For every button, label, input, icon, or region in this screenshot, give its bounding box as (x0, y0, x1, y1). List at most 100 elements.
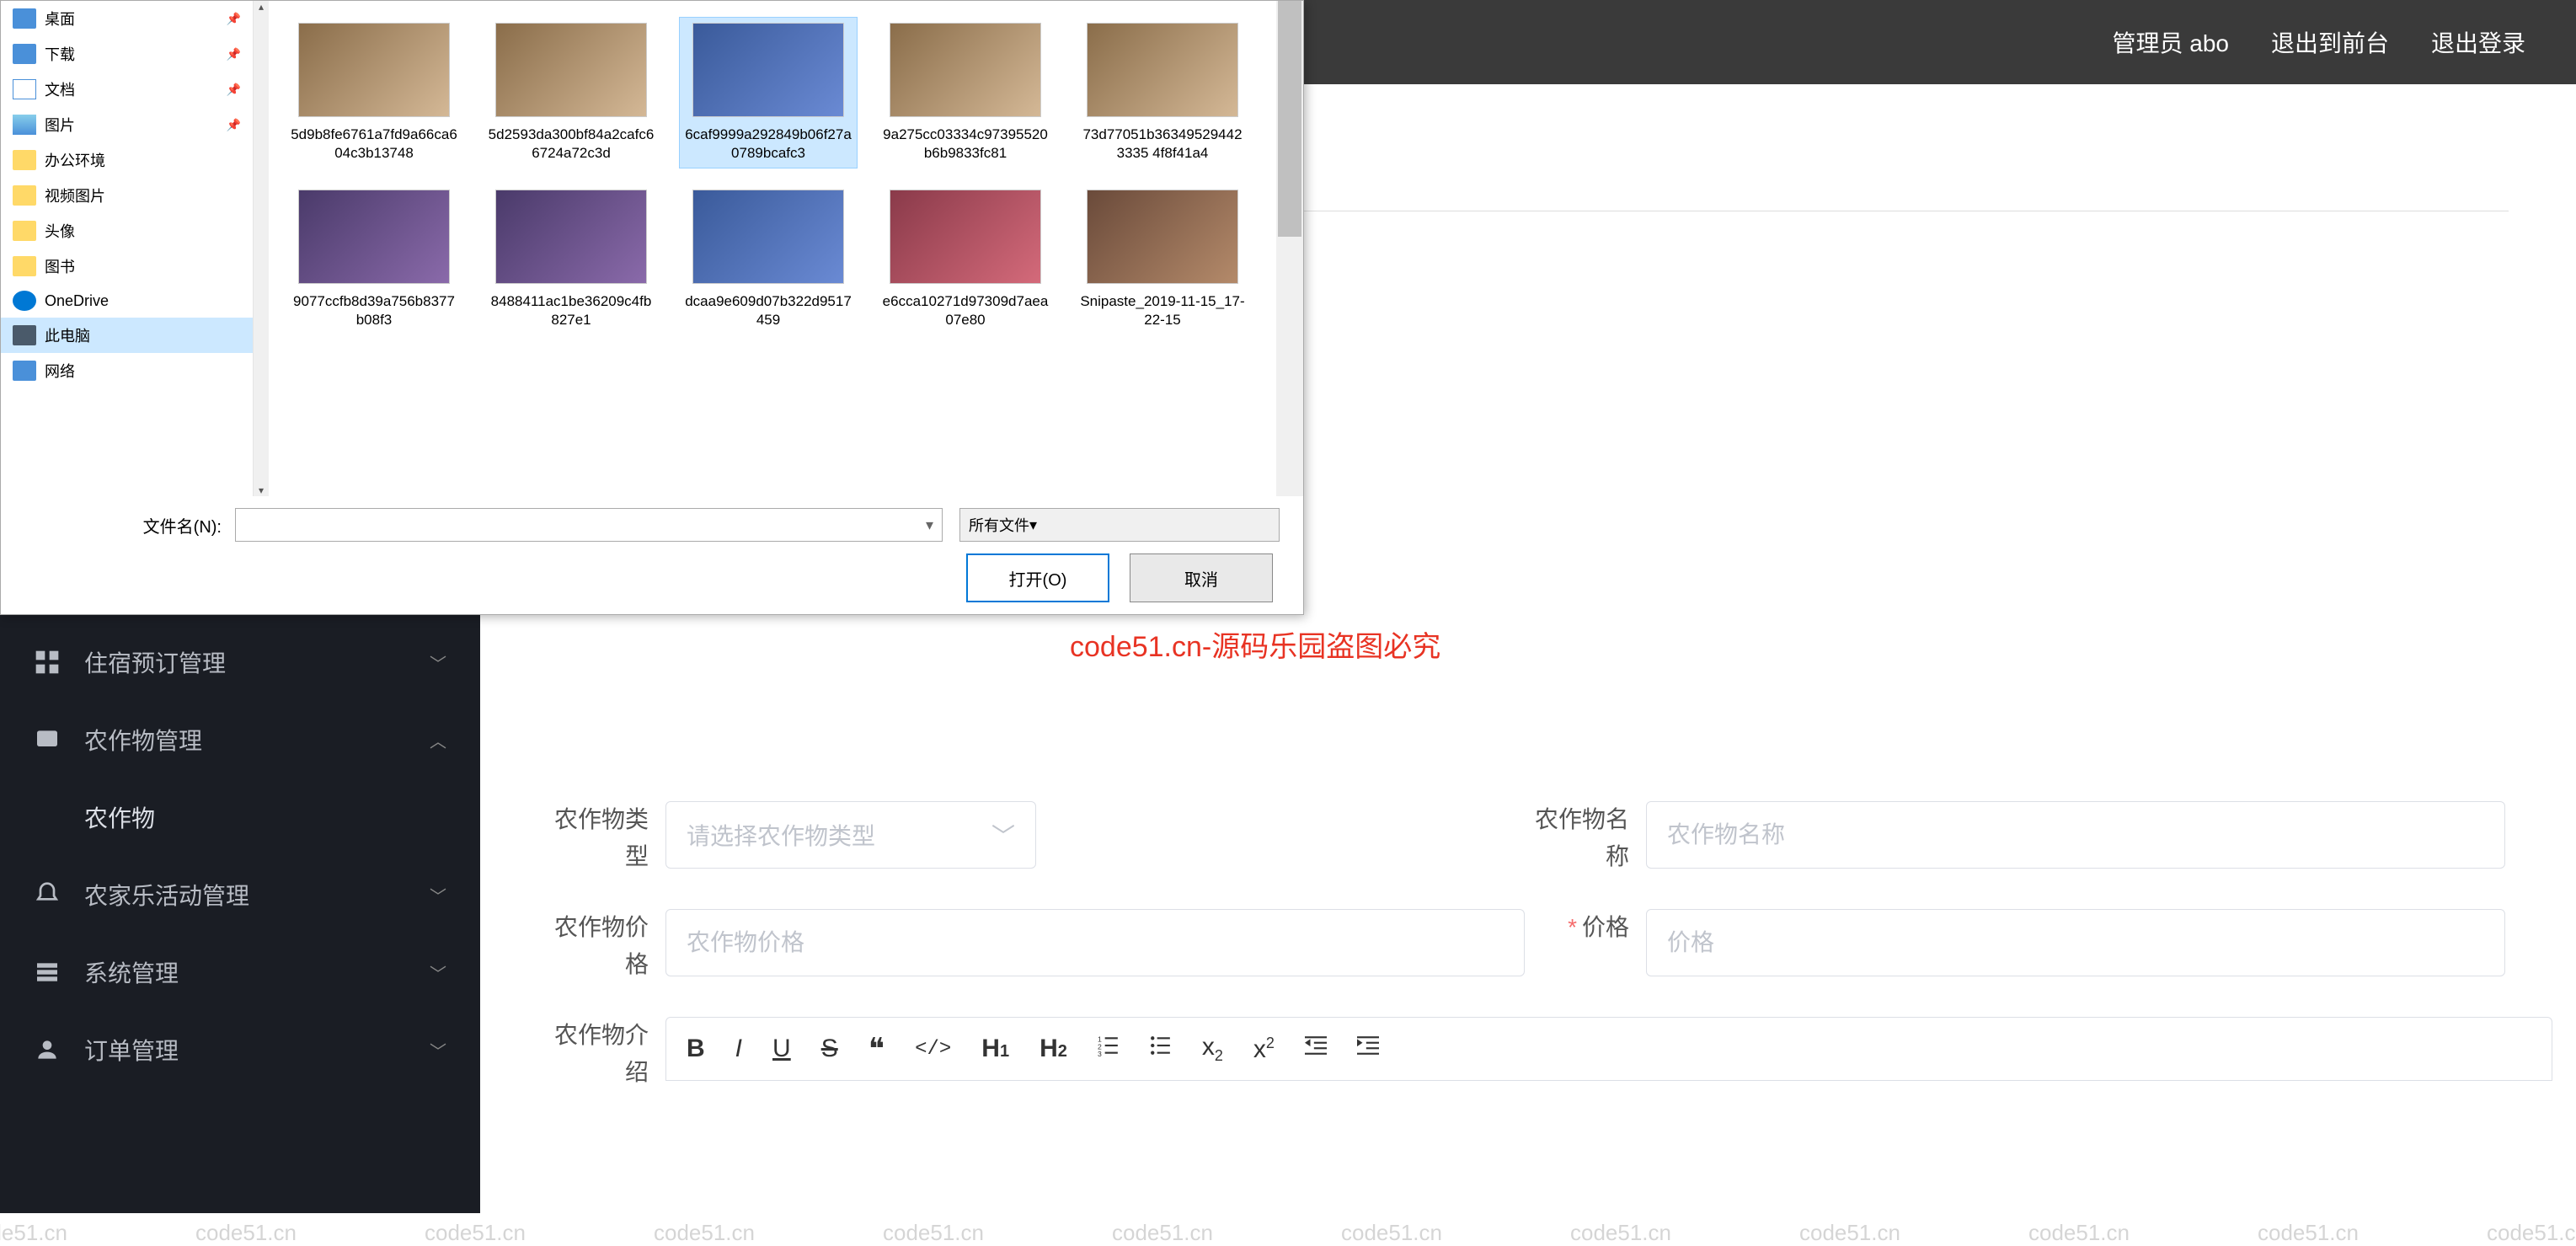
bold-button[interactable]: B (687, 1035, 705, 1063)
file-item[interactable]: 5d9b8fe6761a7fd9a66ca604c3b13748 (286, 18, 462, 168)
file-thumbnail (692, 190, 844, 284)
pic-icon (13, 115, 36, 135)
sidebar-item-crops[interactable]: 农作物管理 ︿ (0, 701, 480, 778)
form-group-crop-name: 农作物名称 (1528, 801, 2509, 875)
file-item[interactable]: e6cca10271d97309d7aea07e80 (877, 184, 1054, 334)
open-button[interactable]: 打开(O) (966, 553, 1109, 602)
nav-item-图书[interactable]: 图书 (1, 249, 253, 284)
input-price[interactable] (1646, 909, 2505, 976)
nav-item-视频图片[interactable]: 视频图片 (1, 178, 253, 213)
nav-item-办公环境[interactable]: 办公环境 (1, 142, 253, 178)
strike-button[interactable]: S (821, 1035, 838, 1063)
code-button[interactable]: </> (915, 1038, 951, 1061)
nav-item-图片[interactable]: 图片📌 (1, 107, 253, 142)
chevron-down-icon: ﹀ (430, 883, 446, 907)
file-thumbnail (298, 190, 450, 284)
label-crop-name: 农作物名称 (1528, 801, 1646, 875)
tag-icon (34, 726, 61, 753)
nav-item-头像[interactable]: 头像 (1, 213, 253, 249)
outdent-button[interactable] (1305, 1035, 1327, 1063)
quote-button[interactable]: ❝ (868, 1031, 884, 1067)
ordered-list-button[interactable]: 123 (1098, 1035, 1120, 1063)
dropdown-icon: ▾ (1029, 516, 1037, 534)
nav-label: 文档 (45, 78, 75, 100)
chevron-down-icon: ﹀ (430, 650, 446, 675)
file-thumbnail (890, 190, 1041, 284)
file-thumbnail (495, 190, 647, 284)
filetype-select[interactable]: 所有文件▾ (959, 508, 1280, 542)
sidebar-item-activities[interactable]: 农家乐活动管理 ﹀ (0, 856, 480, 933)
logout-link[interactable]: 退出登录 (2431, 25, 2525, 59)
superscript-button[interactable]: x2 (1253, 1035, 1275, 1064)
rich-text-toolbar: B I U S ❝ </> H1 H2 123 x2 x2 (665, 1017, 2552, 1081)
sidebar-item-orders[interactable]: 订单管理 ﹀ (0, 1011, 480, 1088)
nav-item-此电脑[interactable]: 此电脑 (1, 318, 253, 353)
filename-input[interactable]: ▾ (235, 508, 943, 542)
label-crop-type: 农作物类型 (548, 801, 665, 875)
sidebar-item-system[interactable]: 系统管理 ﹀ (0, 933, 480, 1011)
nav-scrollbar[interactable]: ▴▾ (254, 1, 269, 496)
file-name: 5d2593da300bf84a2cafc66724a72c3d (488, 126, 655, 163)
folder-icon (13, 221, 36, 241)
h1-button[interactable]: H1 (981, 1035, 1009, 1063)
folder-icon (13, 185, 36, 206)
subscript-button[interactable]: x2 (1202, 1033, 1223, 1065)
nav-item-OneDrive[interactable]: OneDrive (1, 284, 253, 318)
sidebar-label: 系统管理 (84, 955, 179, 989)
sidebar-item-accommodation[interactable]: 住宿预订管理 ﹀ (0, 623, 480, 701)
file-item[interactable]: 6caf9999a292849b06f27a0789bcafc3 (680, 18, 857, 168)
pin-icon: 📌 (227, 118, 241, 132)
file-item[interactable]: 9077ccfb8d39a756b8377b08f3 (286, 184, 462, 334)
file-thumbnail (298, 23, 450, 117)
files-scrollbar[interactable] (1276, 1, 1303, 496)
bell-icon (34, 881, 61, 908)
admin-label[interactable]: 管理员 abo (2112, 25, 2229, 59)
nav-label: 图书 (45, 255, 75, 277)
sidebar-label: 农家乐活动管理 (84, 878, 249, 912)
file-item[interactable]: 73d77051b363495294423335 4f8f41a4 (1074, 18, 1251, 168)
doc-icon (13, 79, 36, 99)
sidebar-label: 农作物管理 (84, 723, 202, 757)
watermark-red: code51.cn-源码乐园盗图必究 (1070, 623, 1440, 665)
file-dialog-bottom: 文件名(N): ▾ 所有文件▾ 打开(O) 取消 (1, 496, 1303, 614)
file-item[interactable]: 8488411ac1be36209c4fb827e1 (483, 184, 660, 334)
input-crop-name[interactable] (1646, 801, 2505, 869)
cancel-button[interactable]: 取消 (1130, 553, 1273, 602)
indent-button[interactable] (1357, 1035, 1379, 1063)
file-name: e6cca10271d97309d7aea07e80 (882, 292, 1049, 329)
nav-item-网络[interactable]: 网络 (1, 353, 253, 388)
file-item[interactable]: Snipaste_2019-11-15_17-22-15 (1074, 184, 1251, 334)
exit-to-front-link[interactable]: 退出到前台 (2271, 25, 2389, 59)
file-name: 6caf9999a292849b06f27a0789bcafc3 (685, 126, 852, 163)
nav-label: 下载 (45, 43, 75, 65)
layers-icon (34, 959, 61, 986)
file-item[interactable]: 5d2593da300bf84a2cafc66724a72c3d (483, 18, 660, 168)
file-name: 9077ccfb8d39a756b8377b08f3 (291, 292, 457, 329)
nav-item-文档[interactable]: 文档 📌 (1, 72, 253, 107)
italic-button[interactable]: I (735, 1035, 742, 1063)
unordered-list-button[interactable] (1150, 1035, 1172, 1063)
chevron-down-icon: ﹀ (991, 818, 1015, 852)
file-thumbnail (890, 23, 1041, 117)
chevron-up-icon: ︿ (430, 728, 446, 752)
nav-item-桌面[interactable]: 桌面📌 (1, 1, 253, 36)
file-name: dcaa9e609d07b322d9517459 (685, 292, 852, 329)
select-crop-type[interactable]: 请选择农作物类型 ﹀ (665, 801, 1036, 869)
h2-button[interactable]: H2 (1039, 1035, 1067, 1063)
file-name: 9a275cc03334c97395520b6b9833fc81 (882, 126, 1049, 163)
file-item[interactable]: dcaa9e609d07b322d9517459 (680, 184, 857, 334)
file-name: Snipaste_2019-11-15_17-22-15 (1079, 292, 1246, 329)
form-group-crop-intro: 农作物介绍 B I U S ❝ </> H1 H2 123 x2 x2 (548, 1017, 2552, 1091)
underline-button[interactable]: U (772, 1035, 791, 1063)
download-icon (13, 44, 36, 64)
nav-item-下载[interactable]: 下载📌 (1, 36, 253, 72)
pin-icon: 📌 (227, 12, 241, 26)
file-item[interactable]: 9a275cc03334c97395520b6b9833fc81 (877, 18, 1054, 168)
file-open-dialog: 桌面📌下载📌文档📌图片📌办公环境视频图片头像图书OneDrive此电脑网络 ▴▾… (0, 0, 1304, 615)
label-price: *价格 (1528, 909, 1646, 946)
input-crop-price[interactable] (665, 909, 1525, 976)
sidebar-subitem-crop[interactable]: 农作物 (0, 778, 480, 856)
pin-icon: 📌 (227, 83, 241, 97)
file-name: 73d77051b363495294423335 4f8f41a4 (1079, 126, 1246, 163)
user-icon (34, 1036, 61, 1063)
